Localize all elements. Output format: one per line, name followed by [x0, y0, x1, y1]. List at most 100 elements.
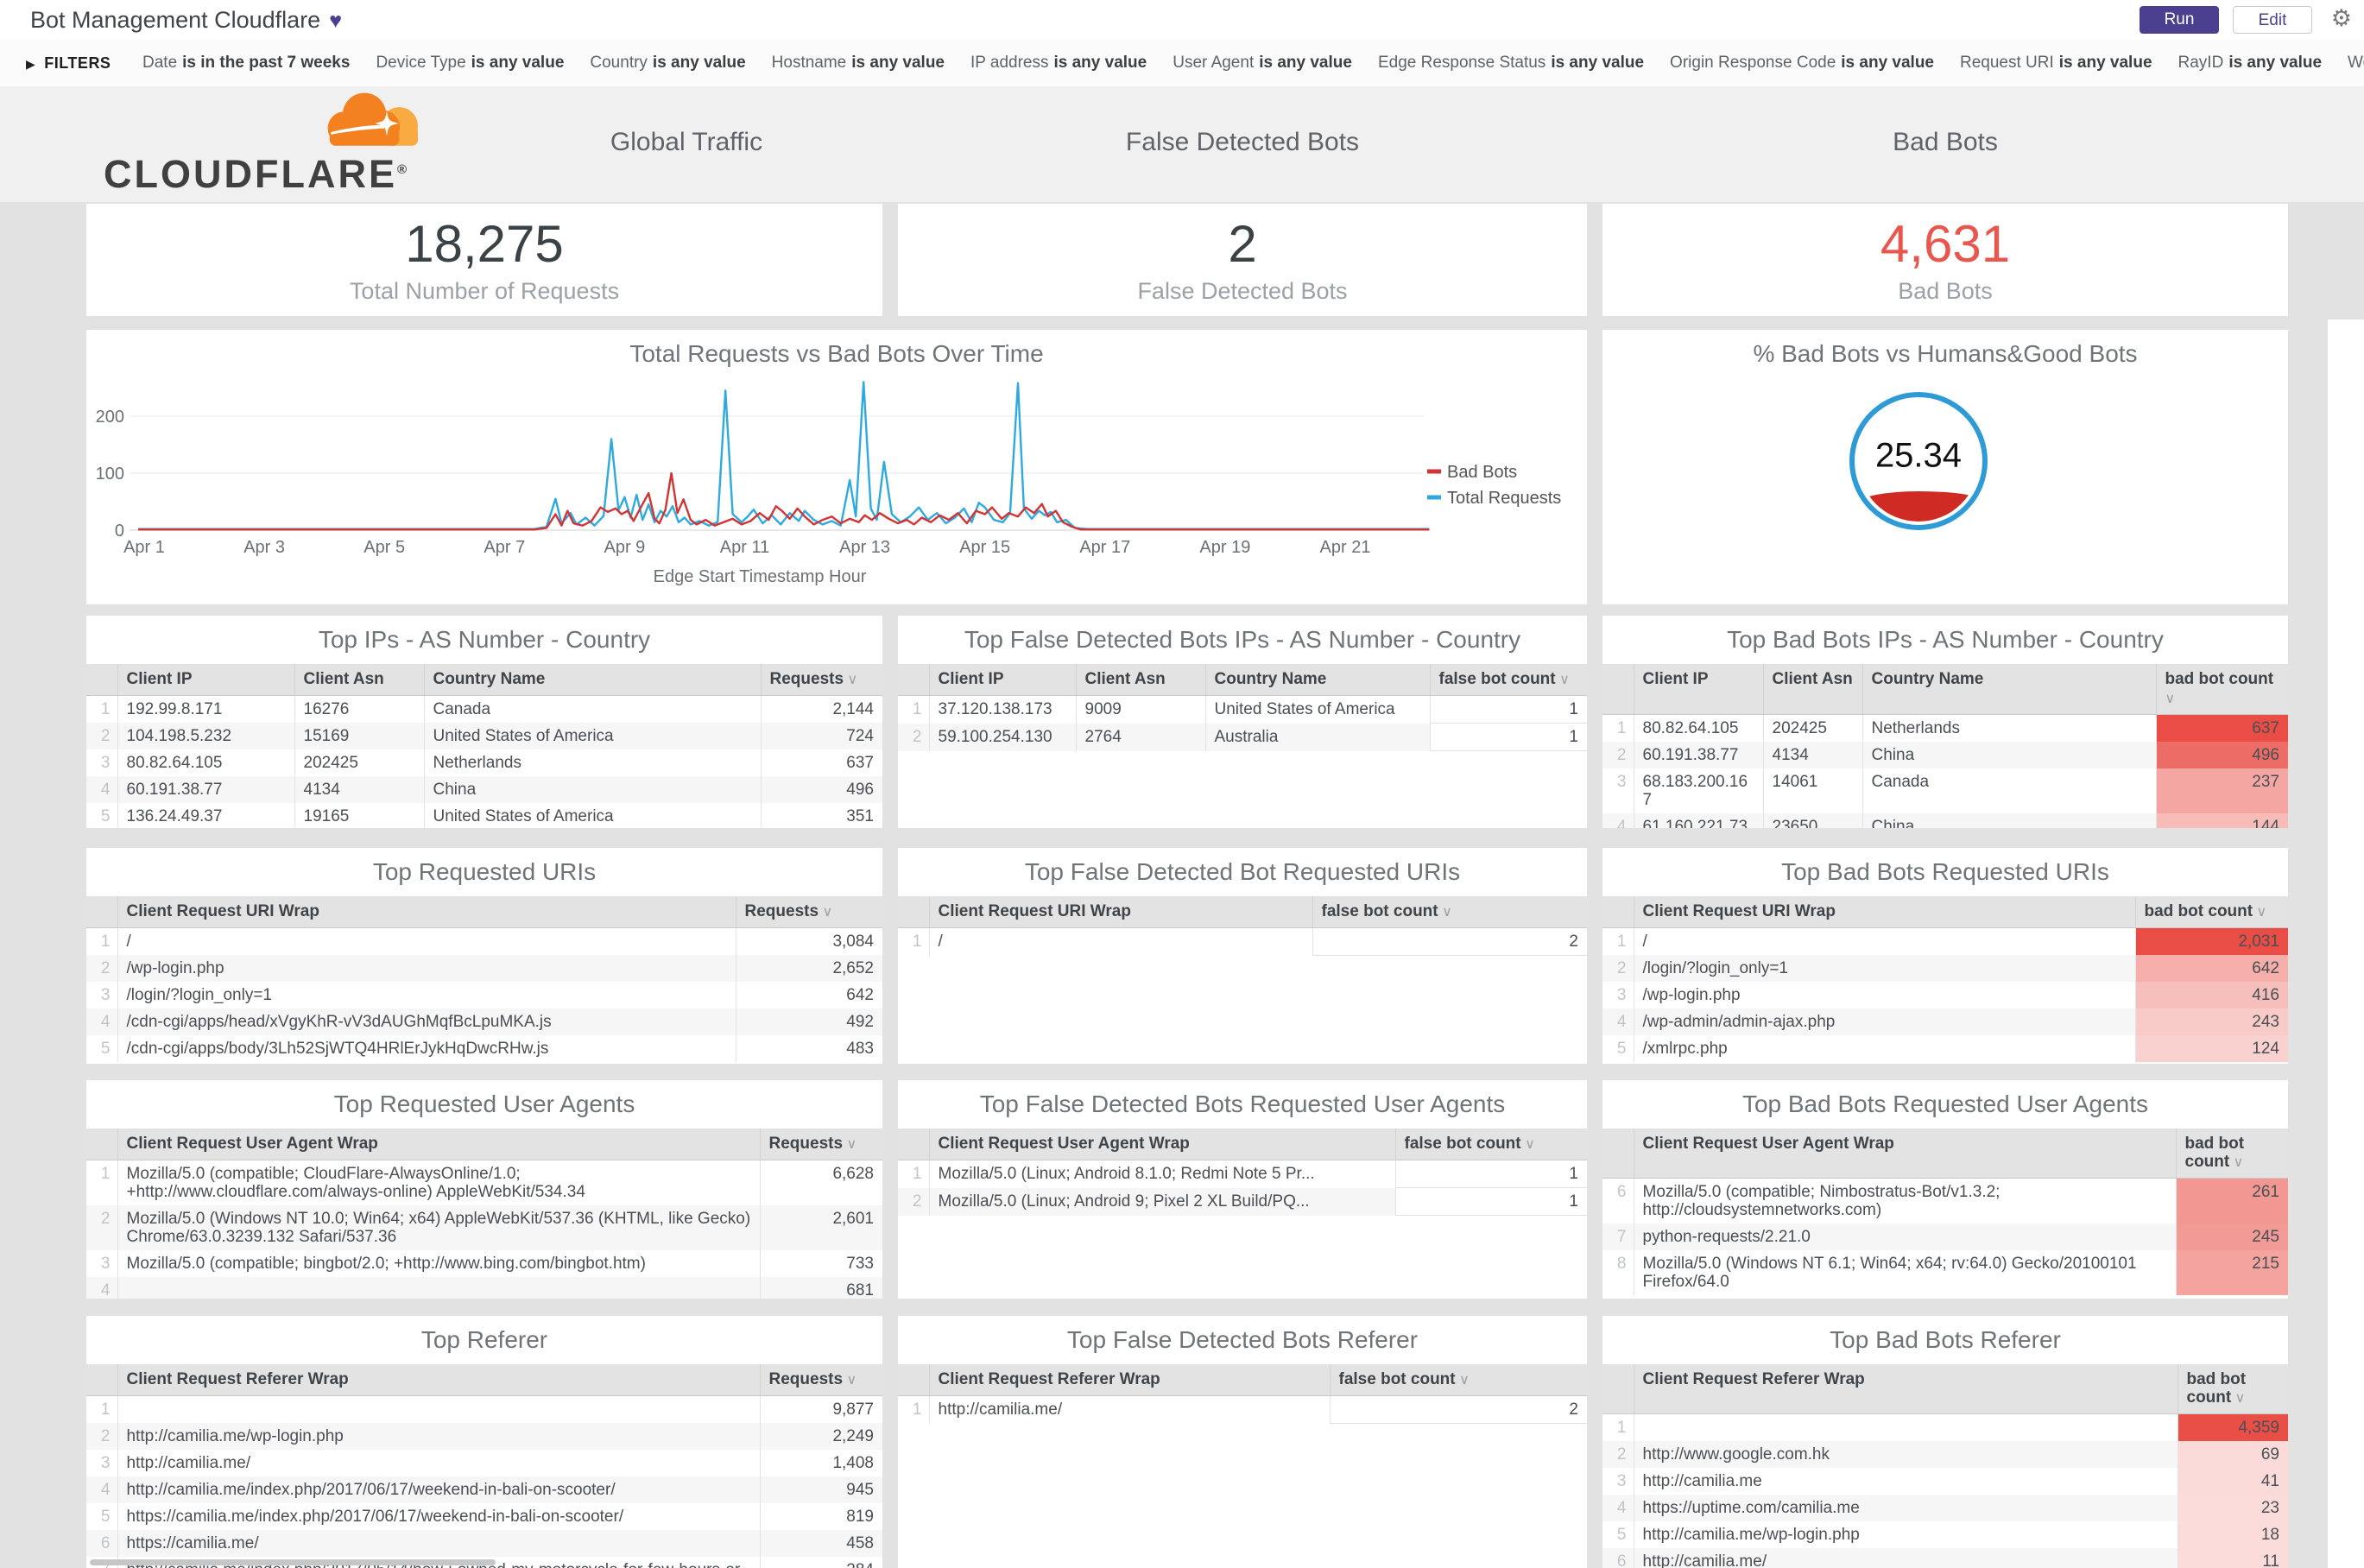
- edit-button[interactable]: Edit: [2233, 6, 2312, 34]
- column-header-client-request-referer-wrap[interactable]: Client Request Referer Wrap: [1634, 1364, 2178, 1414]
- column-header-country-name[interactable]: Country Name: [424, 664, 762, 696]
- column-header-client-request-uri-wrap[interactable]: Client Request URI Wrap: [929, 896, 1313, 928]
- table-row: 1 http://camilia.me/2: [898, 1395, 1587, 1424]
- gear-icon[interactable]: ⚙: [2331, 5, 2352, 32]
- column-header-bad-bot-count[interactable]: bad bot count ∨: [2178, 1364, 2288, 1414]
- filter-item[interactable]: Date is in the past 7 weeks: [142, 54, 350, 72]
- table-cell: https://camilia.me/index.php/2017/06/17/…: [117, 1503, 761, 1530]
- table-row: 4 https://uptime.com/camilia.me 23: [1602, 1495, 2288, 1521]
- legend-item-total-requests[interactable]: Total Requests: [1447, 489, 1561, 508]
- column-header-client-request-referer-wrap[interactable]: Client Request Referer Wrap: [929, 1364, 1331, 1396]
- kpi-value: 4,631: [1880, 215, 2011, 273]
- table-cell: Netherlands: [1862, 714, 2157, 742]
- filter-value: is any value: [2058, 54, 2152, 72]
- registered-mark: ®: [396, 162, 410, 177]
- filter-field: Worker Subrequest: [2348, 54, 2364, 72]
- sort-caret-icon: ∨: [2229, 1155, 2244, 1170]
- filter-item[interactable]: Hostname is any value: [772, 54, 945, 72]
- sort-caret-icon: ∨: [2231, 1391, 2246, 1406]
- table-cell: 2,249: [760, 1423, 882, 1450]
- filter-item[interactable]: Origin Response Code is any value: [1670, 54, 1934, 72]
- column-header-false-bot-count[interactable]: false bot count ∨: [1395, 1129, 1587, 1160]
- column-header-client-request-uri-wrap[interactable]: Client Request URI Wrap: [117, 896, 736, 928]
- filter-field: Origin Response Code: [1670, 54, 1836, 72]
- data-table: Client IP Client Asn Country Name bad bot c…: [1602, 664, 2288, 828]
- filter-item[interactable]: IP address is any value: [970, 54, 1147, 72]
- table-row: 1 80.82.64.105 202425 Netherlands 637: [1602, 714, 2288, 742]
- row-index: 5: [86, 1035, 118, 1062]
- row-index: 6: [1602, 1178, 1634, 1223]
- column-header-client-request-user-agent-wrap[interactable]: Client Request User Agent Wrap: [117, 1129, 761, 1160]
- timeseries-chart[interactable]: 0100200Apr 1 Apr 3 Apr 5 Apr 7 Apr 9 Apr 11 Ap…: [86, 370, 1587, 604]
- row-index: 1: [1602, 714, 1634, 742]
- table-row: 5 http://camilia.me/wp-login.php 18: [1602, 1521, 2288, 1548]
- dashboard: Bot Management Cloudflare ♥ Run Edit ⚙ ▶ F…: [0, 0, 2364, 1568]
- column-header-false-bot-count[interactable]: false bot count ∨: [1430, 664, 1587, 696]
- table-cell: http://www.google.com.hk: [1634, 1441, 2178, 1468]
- column-header-false-bot-count[interactable]: false bot count ∨: [1312, 896, 1587, 928]
- table-cell: 80.82.64.105: [1634, 714, 1764, 742]
- row-index: 1: [1602, 927, 1634, 955]
- column-header-client-request-uri-wrap[interactable]: Client Request URI Wrap: [1634, 896, 2136, 928]
- filter-item[interactable]: Request URI is any value: [1960, 54, 2152, 72]
- filter-item[interactable]: RayID is any value: [2178, 54, 2323, 72]
- filters-toggle[interactable]: ▶ FILTERS: [26, 40, 111, 86]
- column-header-country-name[interactable]: Country Name: [1862, 664, 2157, 715]
- column-header-client-request-user-agent-wrap[interactable]: Client Request User Agent Wrap: [1634, 1129, 2177, 1179]
- table-cell: 681: [760, 1277, 882, 1299]
- filter-item[interactable]: Edge Response Status is any value: [1378, 54, 1644, 72]
- table-cell: /wp-login.php: [117, 955, 736, 982]
- table-cell: 4134: [294, 776, 425, 803]
- section-header-false-detected-bots: False Detected Bots: [1125, 128, 1360, 156]
- filter-item[interactable]: Worker Subrequestis…: [2348, 54, 2364, 72]
- column-header-client-request-user-agent-wrap[interactable]: Client Request User Agent Wrap: [929, 1129, 1396, 1160]
- row-index-header: [1602, 1364, 1634, 1414]
- row-index: 1: [898, 1395, 930, 1424]
- table-cell: 16276: [294, 695, 425, 723]
- filter-item[interactable]: User Agent is any value: [1173, 54, 1352, 72]
- column-header-bad-bot-count[interactable]: bad bot count ∨: [2135, 896, 2288, 928]
- column-header-client-asn[interactable]: Client Asn: [1076, 664, 1206, 696]
- column-header-client-ip[interactable]: Client IP: [1634, 664, 1764, 715]
- table-title: Top Bad Bots Requested User Agents: [1741, 1091, 2149, 1117]
- column-header-country-name[interactable]: Country Name: [1205, 664, 1431, 696]
- table-title: Top IPs - AS Number - Country: [318, 626, 651, 653]
- sort-caret-icon: ∨: [1438, 905, 1452, 920]
- column-header-bad-bot-count[interactable]: bad bot count ∨: [2176, 1129, 2288, 1179]
- table-row: 2 Mozilla/5.0 (Linux; Android 9; Pixel 2 …: [898, 1187, 1587, 1216]
- sort-caret-icon: ∨: [2165, 692, 2176, 706]
- column-header-client-asn[interactable]: Client Asn: [294, 664, 425, 696]
- row-index: 3: [1602, 768, 1634, 813]
- top-bar: Bot Management Cloudflare ♥ Run Edit ⚙: [0, 0, 2364, 41]
- column-header-requests[interactable]: Requests ∨: [760, 1364, 882, 1396]
- horizontal-scrollbar[interactable]: [90, 1559, 496, 1565]
- column-header-client-ip[interactable]: Client IP: [117, 664, 295, 696]
- table-row: 2 http://camilia.me/wp-login.php 2,249: [86, 1423, 882, 1450]
- column-header-bad-bot-count[interactable]: bad bot count ∨: [2156, 664, 2288, 715]
- column-header-requests[interactable]: Requests ∨: [761, 664, 882, 696]
- column-header-requests[interactable]: Requests ∨: [760, 1129, 882, 1160]
- table-cell: 202425: [294, 749, 425, 776]
- run-button[interactable]: Run: [2140, 6, 2219, 34]
- filter-item[interactable]: Device Type is any value: [376, 54, 564, 72]
- column-header-false-bot-count[interactable]: false bot count ∨: [1330, 1364, 1587, 1396]
- table-cell: python-requests/2.21.0: [1634, 1223, 2177, 1250]
- x-axis-tick-label: Apr 15: [959, 538, 1010, 557]
- table-row: 5/xmlrpc.php 124: [1602, 1035, 2288, 1062]
- row-index: 3: [86, 1450, 118, 1476]
- column-header-client-ip[interactable]: Client IP: [929, 664, 1077, 696]
- table-row: 2 60.191.38.77 4134 China 496: [1602, 742, 2288, 768]
- sort-caret-icon: ∨: [2253, 905, 2267, 920]
- table-cell: 202425: [1763, 714, 1863, 742]
- table-cell: 9009: [1076, 695, 1206, 724]
- filter-item[interactable]: Country is any value: [590, 54, 745, 72]
- table-cell: 14061: [1763, 768, 1863, 813]
- table-cell: http://camilia.me/: [929, 1395, 1331, 1424]
- table-cell: 724: [761, 723, 882, 749]
- table-cell: /cdn-cgi/apps/head/xVgyKhR-vV3dAUGhMqfBc…: [117, 1008, 736, 1035]
- legend-item-bad-bots[interactable]: Bad Bots: [1447, 463, 1517, 482]
- column-header-requests[interactable]: Requests ∨: [736, 896, 882, 928]
- column-header-client-asn[interactable]: Client Asn: [1763, 664, 1863, 715]
- column-header-client-request-referer-wrap[interactable]: Client Request Referer Wrap: [117, 1364, 761, 1396]
- filter-value: is any value: [1841, 54, 1934, 72]
